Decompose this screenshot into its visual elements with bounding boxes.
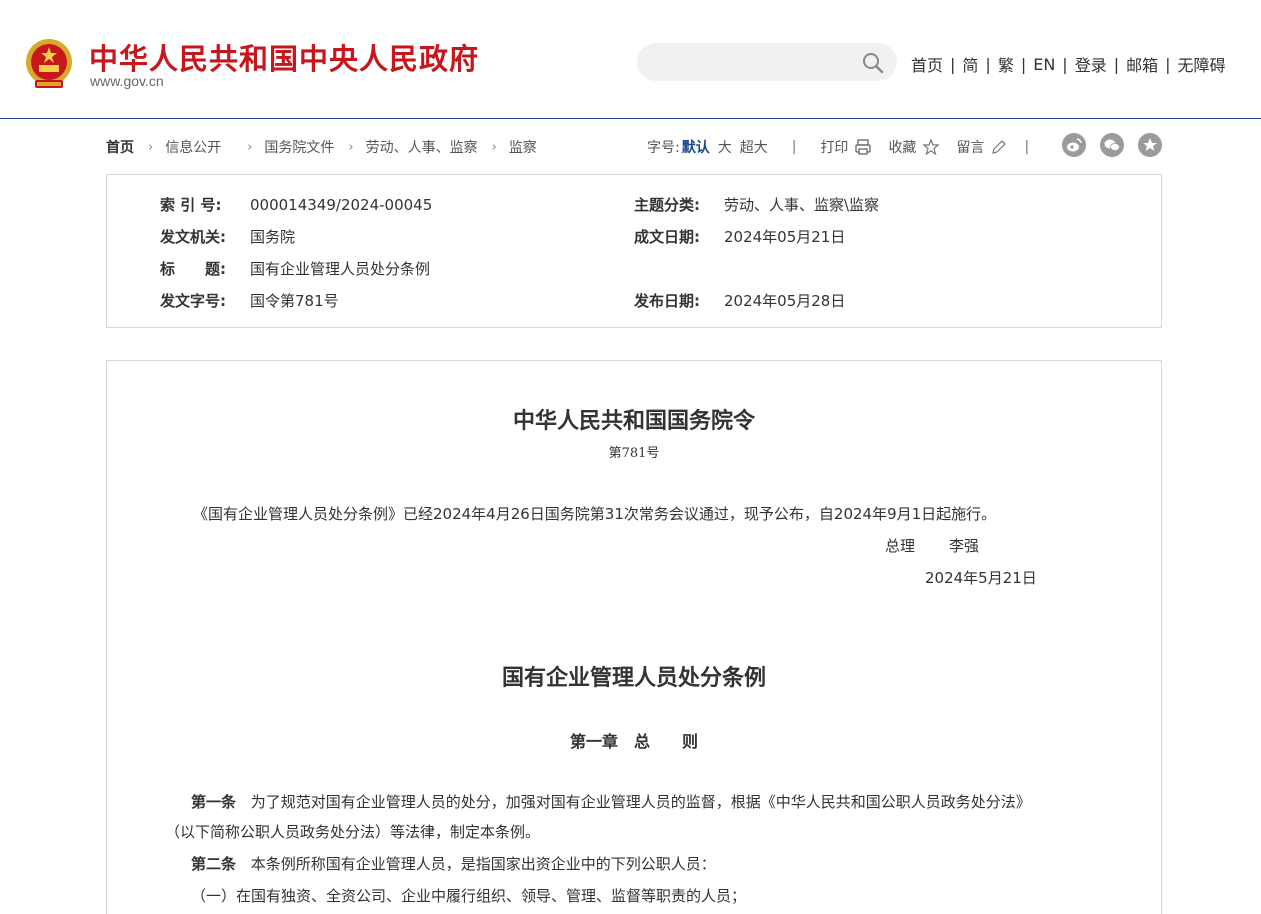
- toolbar-separator: |: [791, 139, 797, 155]
- nav-simplified[interactable]: 简: [962, 52, 978, 76]
- meta-label: 发文机关:: [160, 228, 226, 246]
- meta-doc-no-row: 发文字号: 国令第781号: [160, 290, 339, 311]
- national-emblem-icon[interactable]: [24, 37, 74, 91]
- toolbar-separator: |: [1024, 139, 1030, 155]
- meta-written-date: 2024年05月21日: [724, 228, 846, 246]
- nav-separator: |: [950, 54, 956, 74]
- article-1: 第一条 为了规范对国有企业管理人员的处分，加强对国有企业管理人员的监督，根据《中…: [191, 792, 1031, 812]
- article-1-continued: （以下简称公职人员政务处分法）等法律，制定本条例。: [165, 823, 541, 841]
- meta-issuer-row: 发文机关: 国务院: [160, 226, 295, 247]
- article-text: 本条例所称国有企业管理人员，是指国家出资企业中的下列公职人员：: [250, 855, 716, 873]
- premier-label: 总理: [885, 537, 916, 555]
- decree-intro: 《国有企业管理人员处分条例》已经2024年4月26日国务院第31次常务会议通过，…: [193, 505, 997, 523]
- article-label: 第一条: [191, 793, 237, 811]
- meta-label: 标 题:: [160, 260, 226, 278]
- meta-doc-no: 国令第781号: [250, 292, 339, 310]
- chevron-right-icon: ›: [348, 139, 354, 155]
- nav-traditional[interactable]: 繁: [998, 52, 1014, 76]
- premier-name: 李强: [949, 537, 980, 555]
- font-default-button[interactable]: 默认: [682, 137, 710, 157]
- document-body: 中华人民共和国国务院令 第781号 《国有企业管理人员处分条例》已经2024年4…: [106, 360, 1162, 914]
- breadcrumb-home[interactable]: 首页: [106, 137, 134, 157]
- favorite-button[interactable]: 收藏: [888, 137, 916, 157]
- pencil-icon[interactable]: [990, 138, 1008, 156]
- nav-separator: |: [1020, 54, 1027, 74]
- breadcrumb-item[interactable]: 监察: [509, 137, 537, 157]
- star-icon[interactable]: [922, 138, 941, 156]
- top-nav: 首页 | 简 | 繁 | EN | 登录 | 邮箱 | 无障碍: [911, 52, 1226, 76]
- chapter-title: 第一章 总 则: [569, 732, 698, 751]
- article-label: 第二条: [191, 855, 237, 873]
- font-xlarge-button[interactable]: 超大: [740, 137, 768, 157]
- meta-index-row: 索 引 号: 000014349/2024-00045: [160, 194, 432, 215]
- comment-button[interactable]: 留言: [956, 137, 984, 157]
- document-metadata: 索 引 号: 000014349/2024-00045 主题分类: 劳动、人事、监察…: [106, 174, 1162, 328]
- article-toolbar: 字号: 默认 大 超大 | 打印 收藏 留言 |: [647, 137, 1029, 157]
- meta-issuer: 国务院: [250, 228, 296, 246]
- breadcrumb-item[interactable]: 劳动、人事、监察: [366, 137, 478, 157]
- print-button[interactable]: 打印: [820, 137, 848, 157]
- weibo-icon[interactable]: [1062, 133, 1086, 157]
- nav-separator: |: [985, 54, 991, 74]
- meta-title-row: 标 题: 国有企业管理人员处分条例: [160, 258, 430, 279]
- meta-publish-date-row: 发布日期: 2024年05月28日: [634, 290, 845, 311]
- meta-index-no: 000014349/2024-00045: [250, 196, 433, 214]
- meta-subject: 劳动、人事、监察\监察: [724, 196, 880, 214]
- site-header: 中华人民共和国中央人民政府 www.gov.cn 首页 | 简 | 繁 | EN…: [0, 0, 1261, 119]
- site-title[interactable]: 中华人民共和国中央人民政府: [89, 36, 479, 78]
- meta-written-date-row: 成文日期: 2024年05月21日: [634, 226, 845, 247]
- nav-separator: |: [1165, 54, 1171, 74]
- meta-publish-date: 2024年05月28日: [724, 292, 846, 310]
- search-input[interactable]: [637, 43, 897, 81]
- chevron-right-icon: ›: [247, 139, 253, 155]
- search-icon[interactable]: [861, 51, 885, 75]
- order-number: 第781号: [608, 446, 660, 461]
- print-icon[interactable]: [854, 138, 872, 156]
- breadcrumb-item[interactable]: 国务院文件: [264, 137, 334, 157]
- chevron-right-icon: ›: [491, 139, 497, 155]
- nav-separator: |: [1062, 54, 1068, 74]
- nav-mail[interactable]: 邮箱: [1126, 52, 1158, 76]
- article-2: 第二条 本条例所称国有企业管理人员，是指国家出资企业中的下列公职人员：: [191, 854, 716, 874]
- font-large-button[interactable]: 大: [718, 137, 732, 157]
- nav-login[interactable]: 登录: [1075, 52, 1107, 76]
- nav-home[interactable]: 首页: [911, 52, 943, 76]
- font-size-label: 字号:: [647, 140, 680, 156]
- meta-label: 发文字号:: [160, 292, 226, 310]
- chevron-right-icon: ›: [148, 139, 154, 155]
- breadcrumb: 首页 › 信息公开 › 国务院文件 › 劳动、人事、监察 › 监察: [106, 137, 537, 157]
- meta-label: 成文日期:: [634, 228, 700, 246]
- order-title: 中华人民共和国国务院令: [512, 408, 755, 434]
- article-text: 为了规范对国有企业管理人员的处分，加强对国有企业管理人员的监督，根据《中华人民共…: [250, 793, 1031, 811]
- breadcrumb-item[interactable]: 信息公开: [165, 137, 221, 157]
- site-domain: www.gov.cn: [90, 73, 164, 89]
- meta-label: 发布日期:: [634, 292, 700, 310]
- meta-label: 索 引 号:: [160, 196, 222, 214]
- nav-separator: |: [1113, 54, 1120, 74]
- meta-title: 国有企业管理人员处分条例: [250, 260, 431, 278]
- article-2-item-1: （一）在国有独资、全资公司、企业中履行组织、领导、管理、监督等职责的人员；: [191, 887, 747, 905]
- favorite-star-icon[interactable]: [1138, 133, 1162, 157]
- nav-english[interactable]: EN: [1033, 55, 1055, 74]
- meta-subject-row: 主题分类: 劳动、人事、监察\监察: [634, 194, 879, 215]
- meta-label: 主题分类:: [634, 196, 700, 214]
- regulation-title: 国有企业管理人员处分条例: [501, 665, 766, 691]
- nav-accessibility[interactable]: 无障碍: [1178, 52, 1226, 76]
- sign-date: 2024年5月21日: [925, 569, 1037, 587]
- wechat-icon[interactable]: [1100, 133, 1124, 157]
